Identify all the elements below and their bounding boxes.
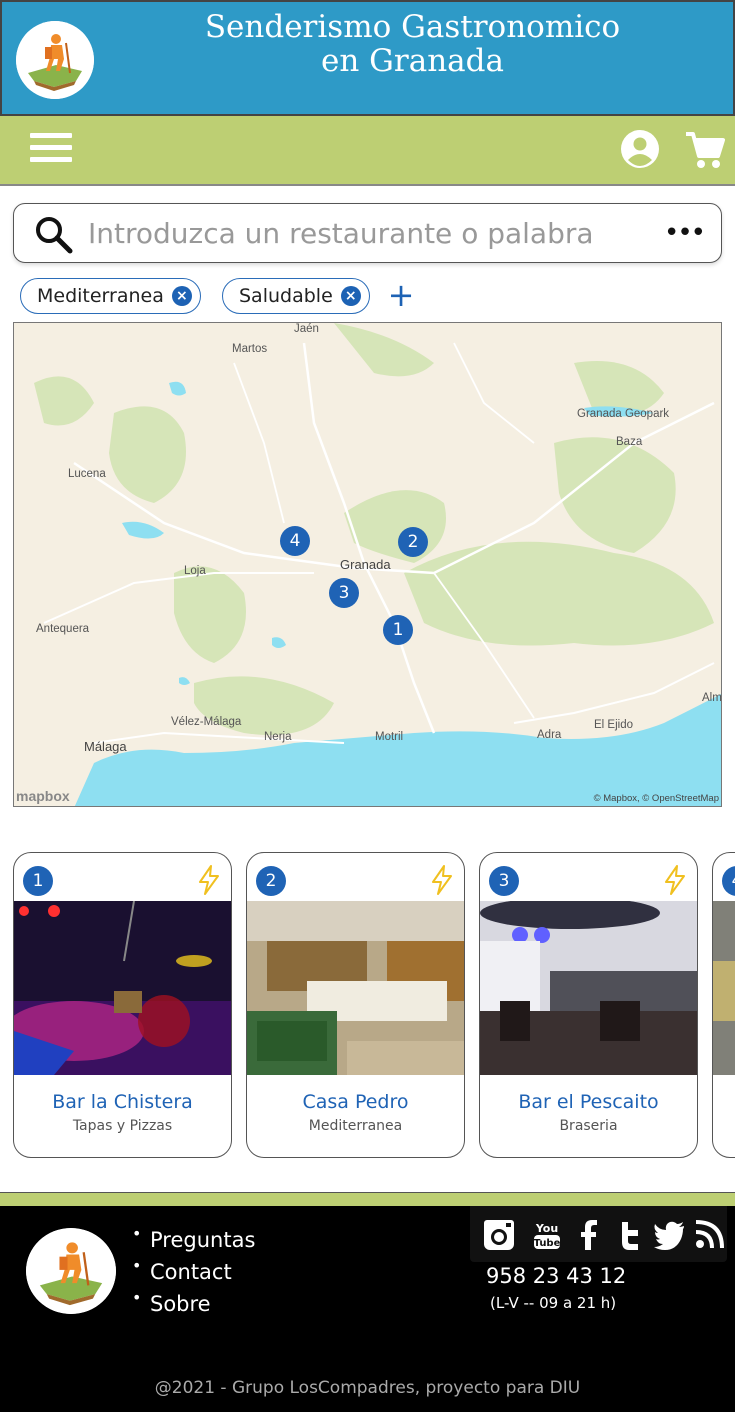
youtube-icon[interactable]: You Tube (530, 1218, 564, 1252)
footer-link-sobre[interactable]: Sobre (130, 1282, 255, 1320)
title-line-1: Senderismo Gastronomico (204, 9, 621, 45)
footer-divider (0, 1192, 735, 1206)
filter-chip-saludable[interactable]: Saludable × (222, 278, 370, 314)
restaurant-photo (14, 901, 231, 1075)
restaurant-name: Bar la Chistera (52, 1091, 193, 1113)
site-title: Senderismo Gastronomico en Granada (112, 10, 713, 78)
opening-hours: (L-V -- 09 a 21 h) (490, 1294, 617, 1312)
map-label: Málaga (84, 739, 127, 754)
instagram-icon[interactable] (482, 1218, 516, 1252)
lightning-icon (663, 865, 687, 895)
map-label: Antequera (36, 623, 90, 635)
nav-bar (0, 116, 735, 186)
restaurant-map[interactable]: Jaén Martos Granada Geopark Baza Lucena … (13, 322, 722, 807)
restaurant-photo (247, 901, 464, 1075)
map-label: Lucena (68, 468, 106, 480)
app-root: Senderismo Gastronomico en Granada Intro… (0, 0, 735, 1412)
restaurant-card-4[interactable]: 4 (712, 852, 735, 1158)
map-label: Baza (616, 436, 643, 448)
more-options-icon[interactable]: ••• (664, 220, 706, 246)
card-number-badge: 2 (256, 866, 286, 896)
map-marker-4[interactable]: 4 (280, 526, 310, 556)
hamburger-menu-icon[interactable] (30, 128, 72, 172)
map-attribution[interactable]: © Mapbox, © OpenStreetMap (594, 793, 719, 804)
restaurant-photo (713, 901, 735, 1075)
restaurant-category: Tapas y Pizzas (72, 1118, 173, 1134)
map-label: Jaén (294, 323, 319, 335)
hiker-logo[interactable] (16, 21, 94, 99)
social-icons-bar: You Tube (470, 1206, 727, 1262)
map-label: Vélez-Málaga (171, 716, 242, 728)
copyright-text: @2021 - Grupo LosCompadres, proyecto par… (154, 1378, 581, 1398)
header-bar: Senderismo Gastronomico en Granada (0, 0, 735, 116)
footer: Preguntas Contact Sobre You Tube (0, 1206, 735, 1412)
lightning-icon (197, 865, 221, 895)
card-number-badge: 1 (23, 866, 53, 896)
tuenti-icon[interactable] (612, 1218, 646, 1252)
facebook-icon[interactable] (572, 1218, 606, 1252)
footer-links: Preguntas Contact Sobre (130, 1218, 255, 1320)
card-number-badge: 3 (489, 866, 519, 896)
restaurant-category: Mediterranea (308, 1118, 403, 1134)
map-marker-3[interactable]: 3 (329, 578, 359, 608)
chip-label: Mediterranea (37, 285, 164, 307)
restaurant-card-2[interactable]: 2 Casa Pedro Mediterranea (246, 852, 465, 1158)
map-label: Loja (184, 565, 206, 577)
map-label: Granada Geopark (577, 408, 670, 420)
map-label: El Ejido (594, 719, 633, 731)
footer-link-contact[interactable]: Contact (130, 1250, 255, 1288)
shopping-cart-icon[interactable] (684, 129, 726, 171)
title-line-2: en Granada (320, 43, 504, 79)
user-account-icon[interactable] (620, 129, 660, 169)
map-marker-1[interactable]: 1 (383, 615, 413, 645)
card-number-badge: 4 (722, 866, 735, 896)
restaurant-category: Braseria (559, 1118, 618, 1134)
map-label: Motril (375, 731, 404, 743)
restaurant-name: Bar el Pescaito (518, 1091, 659, 1113)
filter-chip-mediterranea[interactable]: Mediterranea × (20, 278, 201, 314)
search-bar: ••• (13, 203, 722, 263)
remove-chip-icon[interactable]: × (340, 286, 361, 306)
chip-label: Saludable (239, 285, 333, 307)
svg-text:You: You (535, 1222, 558, 1235)
hiker-logo[interactable] (26, 1228, 116, 1314)
search-icon[interactable] (34, 215, 74, 255)
map-label: Martos (232, 343, 268, 355)
map-label: Adra (537, 729, 562, 741)
phone-number[interactable]: 958 23 43 12 (486, 1264, 626, 1288)
map-label: Granada (340, 557, 391, 572)
svg-text:Tube: Tube (534, 1238, 561, 1249)
rss-icon[interactable] (692, 1218, 726, 1252)
mapbox-logo[interactable]: mapbox (16, 788, 70, 804)
restaurant-photo (480, 901, 697, 1075)
search-input[interactable] (88, 212, 648, 254)
restaurant-name: Casa Pedro (302, 1091, 409, 1113)
remove-chip-icon[interactable]: × (171, 286, 192, 306)
add-filter-icon[interactable]: + (386, 279, 416, 311)
map-label: Alm (702, 692, 722, 704)
map-label: Nerja (264, 731, 292, 743)
lightning-icon (430, 865, 454, 895)
restaurant-card-3[interactable]: 3 Bar el Pescaito Braseria (479, 852, 698, 1158)
restaurant-card-1[interactable]: 1 Bar la Chistera Tapas y Pizzas (13, 852, 232, 1158)
twitter-icon[interactable] (652, 1218, 686, 1252)
footer-link-preguntas[interactable]: Preguntas (130, 1218, 255, 1256)
map-marker-2[interactable]: 2 (398, 527, 428, 557)
